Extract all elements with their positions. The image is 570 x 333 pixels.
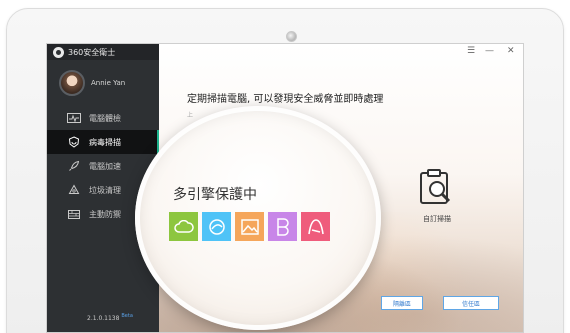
magnifier-lens: 多引擎保護中 — [135, 106, 381, 330]
clipboard-search-icon — [420, 169, 451, 204]
pulse-icon — [67, 112, 81, 124]
rocket-icon — [67, 160, 81, 172]
trust-zone-button[interactable]: 信任區 — [443, 296, 499, 310]
firewall-icon — [67, 208, 81, 220]
close-button[interactable]: ✕ — [507, 46, 515, 56]
sidebar-item-virus-scan[interactable]: 病毒掃描 — [47, 130, 159, 154]
username: Annie Yan — [91, 79, 126, 87]
version-tag: Beta — [121, 313, 133, 319]
app-title: 360安全衛士 — [68, 47, 116, 57]
menu-icon[interactable]: ☰ — [467, 46, 475, 56]
sidebar-item-label: 主動防禦 — [89, 209, 121, 219]
sidebar-item-checkup[interactable]: 電腦體檢 — [47, 106, 159, 130]
app-logo-icon — [53, 46, 64, 58]
title-bar: ☰ — ✕ — [159, 44, 523, 60]
sidebar-item-label: 電腦加速 — [89, 161, 121, 171]
version-number: 2.1.0.1138 — [87, 315, 120, 322]
page-headline: 定期掃描電腦, 可以發現安全威脅並即時處理 — [187, 94, 384, 105]
quarantine-button[interactable]: 隔離區 — [381, 296, 423, 310]
sidebar-item-label: 垃圾清理 — [89, 185, 121, 195]
b-engine-icon — [268, 212, 297, 241]
swirl-engine-icon — [202, 212, 231, 241]
minimize-button[interactable]: — — [485, 46, 494, 56]
sidebar-item-speedup[interactable]: 電腦加速 — [47, 154, 159, 178]
webcam — [286, 31, 297, 42]
custom-scan-label: 自訂掃描 — [423, 215, 451, 223]
custom-scan-button[interactable]: 自訂掃描 — [407, 169, 467, 224]
version-info: 2.1.0.1138 Beta — [87, 313, 133, 322]
user-profile[interactable]: Annie Yan — [47, 60, 159, 106]
sidebar-item-label: 病毒掃描 — [89, 137, 121, 147]
recycle-icon — [67, 184, 81, 196]
cloud-engine-icon — [169, 212, 198, 241]
virus-shield-icon — [67, 136, 81, 148]
avira-engine-icon — [301, 212, 330, 241]
app-brand: 360安全衛士 — [47, 44, 159, 60]
page-subtext: 上 — [187, 112, 194, 119]
sidebar-item-label: 電腦體檢 — [89, 113, 121, 123]
multi-engine-title: 多引擎保護中 — [173, 187, 257, 203]
image-engine-icon — [235, 212, 264, 241]
avatar[interactable] — [59, 70, 85, 96]
engine-list — [169, 212, 330, 241]
